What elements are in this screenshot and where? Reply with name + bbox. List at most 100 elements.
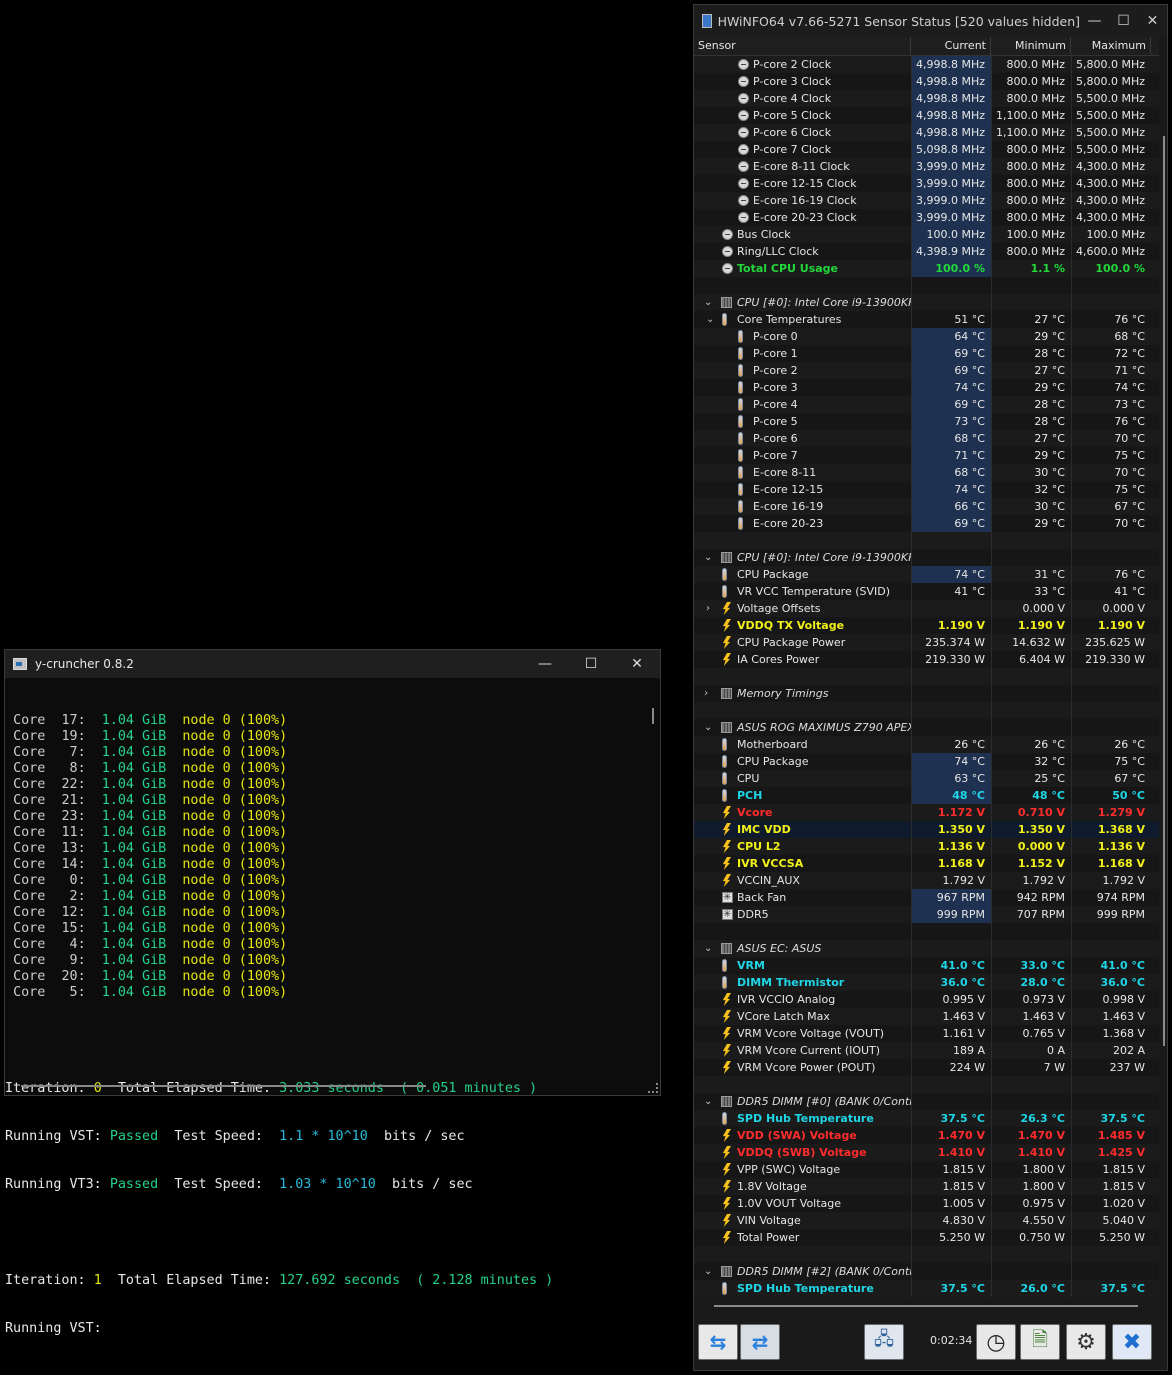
- sensor-row[interactable]: P-core 7 Clock 5,098.8 MHz 800.0 MHz 5,500.…: [694, 141, 1159, 158]
- sensor-row[interactable]: E-core 16-19 Clock 3,999.0 MHz 800.0 MHz 4,…: [694, 192, 1159, 209]
- sensor-group-header[interactable]: ⌄ ASUS EC: ASUS: [694, 940, 1159, 957]
- sensor-row[interactable]: P-core 4 Clock 4,998.8 MHz 800.0 MHz 5,500.…: [694, 90, 1159, 107]
- sensor-row[interactable]: ⌄ Core Temperatures 51 °C 27 °C 76 °C: [694, 311, 1159, 328]
- sensor-row[interactable]: E-core 12-15 74 °C 32 °C 75 °C: [694, 481, 1159, 498]
- sensor-row[interactable]: VPP (SWC) Voltage 1.815 V 1.800 V 1.815 V: [694, 1161, 1159, 1178]
- sensor-row[interactable]: P-core 2 69 °C 27 °C 71 °C: [694, 362, 1159, 379]
- settings-button[interactable]: ⚙: [1066, 1324, 1106, 1360]
- maximize-button[interactable]: ☐: [1109, 5, 1138, 37]
- sensor-row[interactable]: 1.8V Voltage 1.815 V 1.800 V 1.815 V: [694, 1178, 1159, 1195]
- sensor-row[interactable]: Bus Clock 100.0 MHz 100.0 MHz 100.0 MHz: [694, 226, 1159, 243]
- minimize-button[interactable]: —: [522, 650, 568, 678]
- header-sensor[interactable]: Sensor: [694, 37, 911, 55]
- sensor-row[interactable]: P-core 5 Clock 4,998.8 MHz 1,100.0 MHz 5,50…: [694, 107, 1159, 124]
- vertical-scrollbar[interactable]: [1160, 56, 1167, 1296]
- sensor-row[interactable]: VDDQ TX Voltage 1.190 V 1.190 V 1.190 V: [694, 617, 1159, 634]
- chevron-down-icon[interactable]: ⌄: [704, 549, 712, 566]
- sensor-row[interactable]: P-core 6 68 °C 27 °C 70 °C: [694, 430, 1159, 447]
- sensor-row[interactable]: DIMM Thermistor 36.0 °C 28.0 °C 36.0 °C: [694, 974, 1159, 991]
- sensor-row[interactable]: E-core 20-23 69 °C 29 °C 70 °C: [694, 515, 1159, 532]
- sensor-row[interactable]: E-core 8-11 68 °C 30 °C 70 °C: [694, 464, 1159, 481]
- sensor-row[interactable]: E-core 12-15 Clock 3,999.0 MHz 800.0 MHz 4,…: [694, 175, 1159, 192]
- sensor-row[interactable]: VRM 41.0 °C 33.0 °C 41.0 °C: [694, 957, 1159, 974]
- chevron-right-icon[interactable]: ›: [704, 685, 708, 702]
- sensor-row[interactable]: VIN Voltage 4.830 V 4.550 V 5.040 V: [694, 1212, 1159, 1229]
- vertical-scrollbar[interactable]: [652, 708, 654, 724]
- sensor-row[interactable]: IVR VCCIO Analog 0.995 V 0.973 V 0.998 V: [694, 991, 1159, 1008]
- console-output[interactable]: Core 17: 1.04 GiB node 0 (100%) Core 19:…: [5, 681, 650, 1369]
- sensor-row[interactable]: P-core 7 71 °C 29 °C 75 °C: [694, 447, 1159, 464]
- sensor-row[interactable]: P-core 5 73 °C 28 °C 76 °C: [694, 413, 1159, 430]
- sensor-group-header[interactable]: › Memory Timings: [694, 685, 1159, 702]
- minimize-button[interactable]: —: [1080, 5, 1109, 37]
- chevron-down-icon[interactable]: ⌄: [704, 1263, 712, 1280]
- sensor-row[interactable]: IA Cores Power 219.330 W 6.404 W 219.330 W: [694, 651, 1159, 668]
- sensor-row[interactable]: P-core 6 Clock 4,998.8 MHz 1,100.0 MHz 5,50…: [694, 124, 1159, 141]
- sensor-group-header[interactable]: ⌄ CPU [#0]: Intel Core i9-13900KF: DTS: [694, 294, 1159, 311]
- chevron-right-icon[interactable]: ›: [706, 600, 710, 617]
- sensor-row[interactable]: SPD Hub Temperature 37.5 °C 26.3 °C 37.5 °C: [694, 1110, 1159, 1127]
- sensor-row[interactable]: VRM Vcore Current (IOUT) 189 A0 A 202 A: [694, 1042, 1159, 1059]
- header-current[interactable]: Current: [911, 37, 991, 55]
- ycruncher-titlebar[interactable]: y-cruncher 0.8.2 — ☐ ✕: [5, 650, 660, 678]
- sensor-group-header[interactable]: ⌄ DDR5 DIMM [#2] (BANK 0/Controller1-DIMM…: [694, 1263, 1159, 1280]
- chevron-down-icon[interactable]: ⌄: [704, 1093, 712, 1110]
- sensor-row[interactable]: VR VCC Temperature (SVID) 41 °C 33 °C 41 °C: [694, 583, 1159, 600]
- header-minimum[interactable]: Minimum: [991, 37, 1071, 55]
- maximize-button[interactable]: ☐: [568, 650, 614, 678]
- sensor-row[interactable]: Back Fan 967 RPM942 RPM974 RPM: [694, 889, 1159, 906]
- sensor-row[interactable]: VDD (SWA) Voltage 1.470 V 1.470 V 1.485 V: [694, 1127, 1159, 1144]
- collapse-arrows-button[interactable]: ⇄: [740, 1324, 780, 1360]
- sensor-row[interactable]: VRM Vcore Voltage (VOUT) 1.161 V 0.765 V 1.…: [694, 1025, 1159, 1042]
- sensor-row[interactable]: Total CPU Usage 100.0 % 1.1 % 100.0 %: [694, 260, 1159, 277]
- sensor-row[interactable]: E-core 8-11 Clock 3,999.0 MHz 800.0 MHz 4,3…: [694, 158, 1159, 175]
- chevron-down-icon[interactable]: ⌄: [704, 294, 712, 311]
- sensor-row[interactable]: P-core 0 64 °C 29 °C 68 °C: [694, 328, 1159, 345]
- sensor-row[interactable]: 1.0V VOUT Voltage 1.005 V 0.975 V 1.020 V: [694, 1195, 1159, 1212]
- sensor-row[interactable]: P-core 1 69 °C 28 °C 72 °C: [694, 345, 1159, 362]
- sensor-row[interactable]: › Voltage Offsets 0.000 V 0.000 V: [694, 600, 1159, 617]
- sensor-row[interactable]: Total Power 5.250 W 0.750 W 5.250 W: [694, 1229, 1159, 1246]
- sensor-row[interactable]: CPU 63 °C 25 °C 67 °C: [694, 770, 1159, 787]
- horizontal-scrollbar[interactable]: [714, 1305, 1138, 1307]
- resize-grip-icon[interactable]: [648, 1083, 658, 1093]
- sensor-row[interactable]: CPU Package 74 °C 32 °C 75 °C: [694, 753, 1159, 770]
- sensor-row[interactable]: VCore Latch Max 1.463 V 1.463 V 1.463 V: [694, 1008, 1159, 1025]
- sensor-row[interactable]: VRM Vcore Power (POUT) 224 W7 W 237 W: [694, 1059, 1159, 1076]
- sensor-group-header[interactable]: ⌄ ASUS ROG MAXIMUS Z790 APEX ENCORE (Nuvo…: [694, 719, 1159, 736]
- reset-clock-button[interactable]: ◷: [976, 1324, 1016, 1360]
- expand-arrows-button[interactable]: ⇆: [698, 1324, 738, 1360]
- sensor-row[interactable]: IVR VCCSA 1.168 V 1.152 V 1.168 V: [694, 855, 1159, 872]
- sensor-row[interactable]: SPD Hub Temperature 37.5 °C 26.0 °C 37.5 °C: [694, 1280, 1159, 1297]
- sensor-row[interactable]: E-core 16-19 66 °C 30 °C 67 °C: [694, 498, 1159, 515]
- network-button[interactable]: 🖧: [864, 1324, 904, 1360]
- sensor-row[interactable]: Motherboard 26 °C 26 °C 26 °C: [694, 736, 1159, 753]
- sensor-row[interactable]: P-core 3 Clock 4,998.8 MHz 800.0 MHz 5,800.…: [694, 73, 1159, 90]
- hwinfo-titlebar[interactable]: HWiNFO64 v7.66-5271 Sensor Status [520 v…: [694, 5, 1167, 37]
- sensor-row[interactable]: P-core 3 74 °C 29 °C 74 °C: [694, 379, 1159, 396]
- sensor-row[interactable]: Vcore 1.172 V 0.710 V 1.279 V: [694, 804, 1159, 821]
- scrollbar-thumb[interactable]: [1163, 136, 1165, 1046]
- close-sensors-button[interactable]: ✖: [1112, 1324, 1152, 1360]
- sensor-row[interactable]: P-core 2 Clock 4,998.8 MHz 800.0 MHz 5,800.…: [694, 56, 1159, 73]
- sensor-list[interactable]: P-core 2 Clock 4,998.8 MHz 800.0 MHz 5,800.…: [694, 56, 1159, 1297]
- sensor-row[interactable]: VDDQ (SWB) Voltage 1.410 V 1.410 V 1.425 V: [694, 1144, 1159, 1161]
- sensor-row[interactable]: PCH 48 °C 48 °C 50 °C: [694, 787, 1159, 804]
- chevron-down-icon[interactable]: ⌄: [704, 940, 712, 957]
- sensor-row[interactable]: CPU Package 74 °C 31 °C 76 °C: [694, 566, 1159, 583]
- close-button[interactable]: ✕: [614, 650, 660, 678]
- sensor-row[interactable]: E-core 20-23 Clock 3,999.0 MHz 800.0 MHz 4,…: [694, 209, 1159, 226]
- sensor-row[interactable]: P-core 4 69 °C 28 °C 73 °C: [694, 396, 1159, 413]
- sensor-row[interactable]: CPU Package Power 235.374 W 14.632 W 235.62…: [694, 634, 1159, 651]
- close-button[interactable]: ✕: [1138, 5, 1167, 37]
- sensor-group-header[interactable]: ⌄ DDR5 DIMM [#0] (BANK 0/Controller0-DIMM…: [694, 1093, 1159, 1110]
- sensor-row[interactable]: VCCIN_AUX 1.792 V 1.792 V 1.792 V: [694, 872, 1159, 889]
- sensor-group-header[interactable]: ⌄ CPU [#0]: Intel Core i9-13900KF: Enhanc…: [694, 549, 1159, 566]
- sensor-row[interactable]: Ring/LLC Clock 4,398.9 MHz 800.0 MHz 4,600.…: [694, 243, 1159, 260]
- logging-button[interactable]: 🗎: [1020, 1324, 1060, 1360]
- sensor-row[interactable]: CPU L2 1.136 V 0.000 V 1.136 V: [694, 838, 1159, 855]
- horizontal-scrollbar[interactable]: [21, 1085, 426, 1087]
- header-maximum[interactable]: Maximum: [1071, 37, 1151, 55]
- sensor-row[interactable]: IMC VDD 1.350 V 1.350 V 1.368 V: [694, 821, 1159, 838]
- sensor-row[interactable]: DDR5 999 RPM707 RPM999 RPM: [694, 906, 1159, 923]
